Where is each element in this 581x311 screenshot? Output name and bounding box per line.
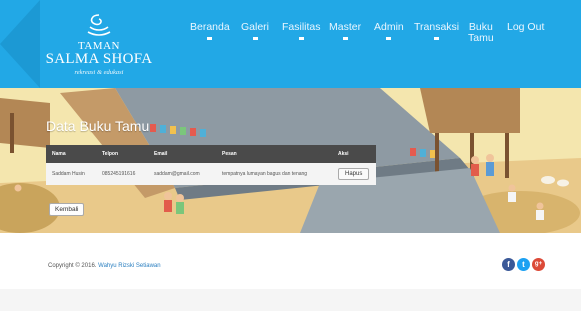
logo-line2: SALMA SHOFA — [45, 51, 153, 67]
column-header-telpon: Telpon — [102, 151, 119, 157]
author-link[interactable]: Wahyu Rizski Setiawan — [98, 263, 160, 269]
nav-label: Transaksi — [414, 21, 460, 33]
site-header: TAMAN SALMA SHOFA rekreasi & edukasi Ber… — [0, 0, 581, 88]
guestbook-table-wrapper: Nama Telpon Email Pesan Aksi Saddam Husi… — [46, 145, 376, 185]
nav-label: Master — [329, 21, 362, 33]
nav-indicator — [252, 37, 258, 40]
nav-item-buku-tamu[interactable]: Buku Tamu — [468, 22, 494, 44]
twitter-icon[interactable]: t — [517, 258, 530, 271]
column-header-pesan: Pesan — [222, 151, 237, 157]
table-row: Saddam Husin 085245191616 saddam@gmail.c… — [46, 163, 376, 185]
column-header-aksi: Aksi — [338, 151, 349, 157]
delete-button[interactable]: Hapus — [338, 168, 370, 180]
google-plus-icon[interactable]: g+ — [532, 258, 545, 271]
nav-label: Admin — [374, 21, 404, 33]
nav-item-fasilitas[interactable]: Fasilitas — [282, 22, 321, 40]
column-header-email: Email — [154, 151, 168, 157]
header-arrow-decoration — [0, 0, 40, 88]
cell-nama: Saddam Husin — [52, 171, 85, 177]
logo-swirl-icon — [87, 14, 111, 36]
nav-indicator — [298, 37, 304, 40]
guestbook-table: Nama Telpon Email Pesan Aksi Saddam Husi… — [46, 145, 376, 185]
footer-bottom-strip — [0, 289, 581, 311]
nav-label: Fasilitas — [282, 21, 321, 33]
nav-indicator — [386, 37, 392, 40]
nav-item-transaksi[interactable]: Transaksi — [414, 22, 459, 40]
nav-label: Galeri — [241, 21, 270, 33]
nav-item-log-out[interactable]: Log Out — [507, 22, 544, 33]
page-title: Data Buku Tamu — [46, 118, 150, 134]
nav-item-beranda[interactable]: Beranda — [190, 22, 230, 40]
facebook-icon[interactable]: f — [502, 258, 515, 271]
copyright-text: Copyright © 2016. Wahyu Rizski Setiawan — [48, 263, 161, 269]
nav-indicator — [434, 37, 440, 40]
table-header-row: Nama Telpon Email Pesan Aksi — [46, 145, 376, 163]
logo-tagline: rekreasi & edukasi — [74, 69, 124, 76]
nav-label-line2: Tamu — [468, 32, 494, 44]
cell-aksi: Hapus — [332, 163, 376, 185]
cell-email: saddam@gmail.com — [154, 171, 200, 177]
nav-indicator — [207, 37, 213, 40]
nav-label: Log Out — [507, 21, 545, 33]
copyright-prefix: Copyright © 2016. — [48, 263, 97, 269]
site-footer: Copyright © 2016. Wahyu Rizski Setiawan … — [0, 233, 581, 311]
nav-item-master[interactable]: Master — [329, 22, 361, 40]
nav-label: Beranda — [190, 21, 230, 33]
nav-item-galeri[interactable]: Galeri — [241, 22, 269, 40]
cell-telpon: 085245191616 — [102, 171, 136, 177]
cell-pesan: tempatnya lumayan bagus dan tenang — [222, 171, 308, 177]
back-button[interactable]: Kembali — [49, 203, 85, 216]
nav-indicator — [342, 37, 348, 40]
column-header-nama: Nama — [52, 151, 66, 157]
nav-item-admin[interactable]: Admin — [374, 22, 404, 40]
site-logo[interactable]: TAMAN SALMA SHOFA rekreasi & edukasi — [44, 12, 154, 76]
